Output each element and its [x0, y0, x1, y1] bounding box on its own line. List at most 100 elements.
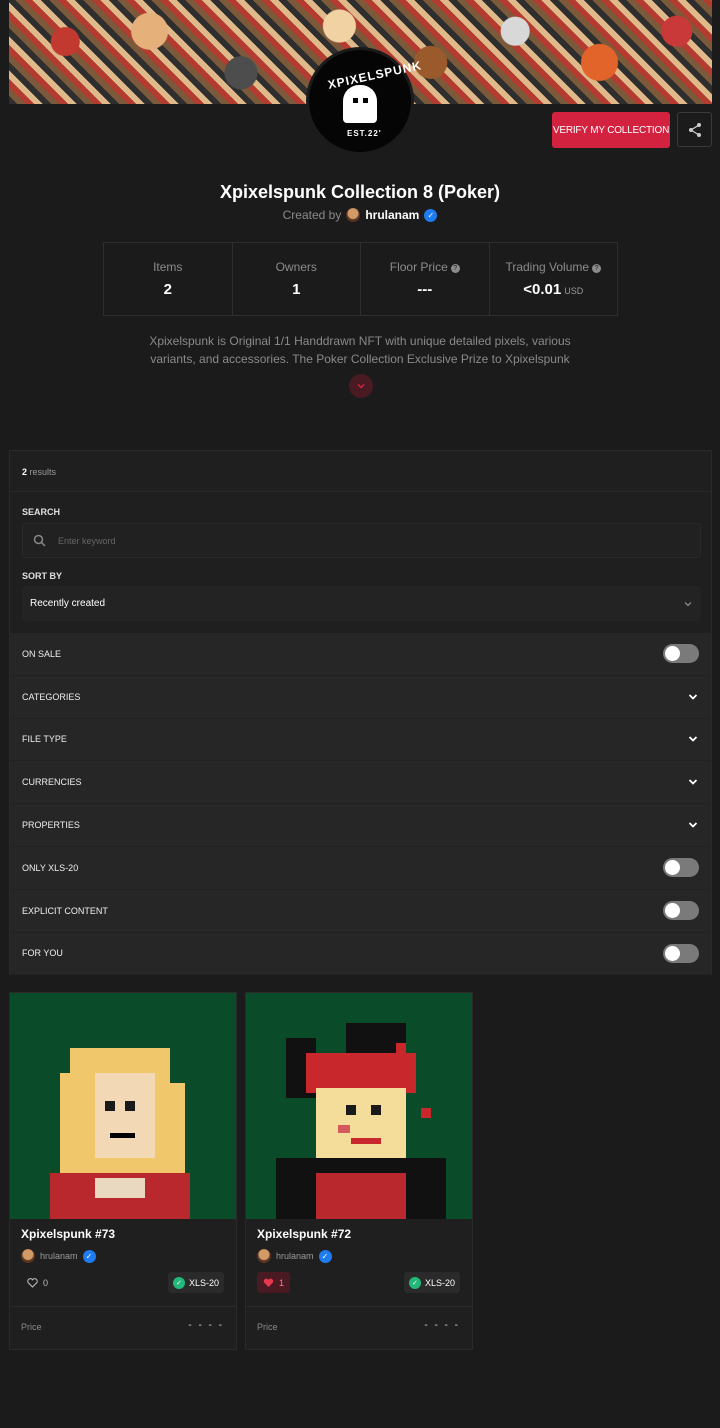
price-value: - - - -: [188, 1320, 224, 1331]
filter-explicit-content[interactable]: EXPLICIT CONTENT: [10, 889, 711, 933]
explicit-content-toggle[interactable]: [663, 901, 699, 921]
nft-image[interactable]: [246, 993, 472, 1219]
collection-description: Xpixelspunk is Original 1/1 Handdrawn NF…: [149, 334, 571, 366]
chain-badge: ✓ XLS-20: [167, 1272, 224, 1293]
filter-label: PROPERTIES: [22, 820, 80, 831]
pixel-portrait-jester: [276, 1023, 446, 1219]
chain-label: XLS-20: [424, 1277, 455, 1288]
nft-grid: Xpixelspunk #73 hrulanam ✓ 0 ✓ XLS-20 Pr…: [9, 992, 473, 1350]
logo-text-bottom: EST.22': [347, 129, 382, 138]
stat-label-text: Floor Price: [389, 260, 448, 274]
stat-trading-volume: Trading Volume? <0.01 USD: [490, 243, 618, 315]
help-icon[interactable]: ?: [592, 264, 602, 273]
like-count: 0: [43, 1277, 49, 1288]
created-by-label: Created by: [282, 208, 342, 222]
stat-label-text: Trading Volume: [505, 260, 590, 274]
like-button[interactable]: 1: [257, 1272, 291, 1293]
creator-link[interactable]: hrulanam: [365, 208, 419, 222]
results-number: 2: [22, 467, 28, 477]
for-you-toggle[interactable]: [663, 943, 699, 963]
heart-filled-icon: [263, 1278, 274, 1287]
verified-badge-icon: ✓: [424, 208, 438, 222]
divider: [246, 1306, 472, 1307]
filter-label: EXPLICIT CONTENT: [22, 905, 108, 916]
price-label: Price: [21, 1322, 42, 1332]
results-label: results: [29, 467, 57, 477]
nft-card[interactable]: Xpixelspunk #73 hrulanam ✓ 0 ✓ XLS-20 Pr…: [9, 992, 237, 1350]
share-button[interactable]: [677, 112, 712, 147]
divider: [10, 1306, 236, 1307]
chain-badge: ✓ XLS-20: [403, 1272, 460, 1293]
filter-label: ON SALE: [22, 648, 62, 659]
divider: [10, 491, 711, 492]
on-sale-toggle[interactable]: [663, 644, 699, 664]
search-label: SEARCH: [22, 507, 61, 517]
stat-owners: Owners 1: [233, 243, 361, 315]
price-value: - - - -: [424, 1320, 460, 1331]
chevron-down-icon: [688, 736, 698, 743]
sort-select[interactable]: Recently created: [22, 586, 701, 621]
sort-value: Recently created: [30, 598, 106, 609]
chevron-down-icon: [684, 601, 692, 606]
nft-image[interactable]: [10, 993, 236, 1219]
stat-label: Owners: [275, 260, 317, 274]
collection-stats: Items 2 Owners 1 Floor Price? --- Tradin…: [103, 242, 618, 316]
filter-for-you[interactable]: FOR YOU: [10, 932, 711, 976]
sort-label: SORT BY: [22, 571, 63, 581]
nft-owner[interactable]: hrulanam ✓: [257, 1249, 332, 1263]
filter-label: FOR YOU: [22, 948, 63, 959]
check-circle-icon: ✓: [408, 1276, 421, 1289]
stat-value-text: <0.01: [523, 281, 562, 298]
filter-properties[interactable]: PROPERTIES: [10, 804, 711, 847]
owner-name: hrulanam: [276, 1251, 314, 1261]
ghost-icon: [343, 85, 377, 123]
expand-description-button[interactable]: [349, 374, 373, 398]
owner-avatar: [257, 1249, 271, 1263]
filter-file-type[interactable]: FILE TYPE: [10, 718, 711, 762]
filter-currencies[interactable]: CURRENCIES: [10, 761, 711, 805]
chevron-down-icon: [688, 779, 698, 786]
pixel-portrait-blonde: [50, 1048, 190, 1219]
verify-collection-button[interactable]: VERIFY MY COLLECTION: [552, 112, 670, 148]
help-icon[interactable]: ?: [450, 264, 460, 273]
stat-label: Trading Volume?: [490, 260, 618, 274]
filter-on-sale[interactable]: ON SALE: [10, 633, 711, 676]
verified-badge-icon: ✓: [318, 1249, 332, 1263]
filter-rows: ON SALE CATEGORIES FILE TYPE CURRENCIES …: [10, 633, 711, 976]
results-count: 2 results: [22, 467, 56, 477]
nft-name[interactable]: Xpixelspunk #72: [257, 1227, 351, 1241]
verified-badge-icon: ✓: [82, 1249, 96, 1263]
filter-categories[interactable]: CATEGORIES: [10, 675, 711, 719]
chevron-down-icon: [357, 383, 365, 389]
share-icon: [688, 122, 701, 137]
chevron-down-icon: [688, 822, 698, 828]
nft-name[interactable]: Xpixelspunk #73: [21, 1227, 115, 1241]
collection-title: Xpixelspunk Collection 8 (Poker): [219, 182, 501, 202]
filter-label: CURRENCIES: [22, 777, 82, 788]
stat-value: 1: [292, 281, 301, 298]
owner-avatar: [21, 1249, 35, 1263]
search-box[interactable]: [22, 523, 701, 558]
creator-avatar[interactable]: [346, 208, 361, 222]
stat-value: ---: [417, 281, 433, 298]
stat-value: 2: [163, 281, 172, 298]
filter-panel: 2 results SEARCH SORT BY Recently create…: [9, 450, 712, 976]
collection-logo: XPIXELSPUNK EST.22': [306, 47, 423, 155]
search-input[interactable]: [58, 535, 658, 546]
stat-items: Items 2: [104, 243, 233, 315]
nft-owner[interactable]: hrulanam ✓: [21, 1249, 96, 1263]
filter-only-xls20[interactable]: ONLY XLS-20: [10, 846, 711, 890]
only-xls20-toggle[interactable]: [663, 858, 699, 878]
search-icon: [33, 534, 46, 547]
heart-outline-icon: [27, 1277, 38, 1288]
stat-value: <0.01 USD: [490, 281, 618, 298]
chevron-down-icon: [688, 694, 698, 700]
filter-label: ONLY XLS-20: [22, 862, 79, 873]
price-label: Price: [257, 1322, 278, 1332]
created-by: Created by hrulanam ✓: [0, 208, 720, 222]
like-button[interactable]: 0: [21, 1272, 54, 1293]
owner-name: hrulanam: [40, 1251, 78, 1261]
filter-label: CATEGORIES: [22, 691, 81, 702]
check-circle-icon: ✓: [172, 1276, 185, 1289]
nft-card[interactable]: Xpixelspunk #72 hrulanam ✓ 1 ✓ XLS-20 Pr…: [245, 992, 473, 1350]
